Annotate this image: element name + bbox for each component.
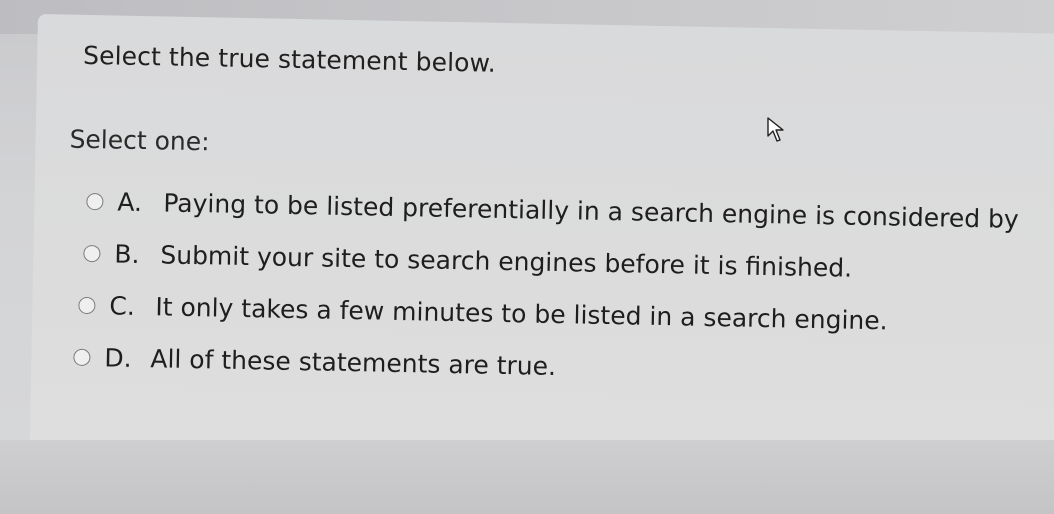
option-a[interactable]: A. Paying to be listed preferentially in…: [86, 187, 1019, 234]
option-letter: D.: [104, 343, 132, 373]
radio-unselected-icon[interactable]: [83, 244, 101, 263]
radio-unselected-icon[interactable]: [73, 348, 91, 367]
option-text: It only takes a few minutes to be listed…: [155, 292, 888, 336]
radio-unselected-icon[interactable]: [86, 192, 104, 211]
question-prompt: Select the true statement below.: [82, 40, 497, 78]
option-text: Paying to be listed preferentially in a …: [163, 188, 1019, 234]
option-text: Submit your site to search engines befor…: [160, 240, 853, 283]
option-letter: A.: [117, 187, 143, 218]
option-c[interactable]: C. It only takes a few minutes to be lis…: [78, 291, 888, 336]
option-b[interactable]: B. Submit your site to search engines be…: [83, 239, 852, 283]
radio-unselected-icon[interactable]: [78, 296, 96, 315]
mouse-pointer-icon: [767, 117, 784, 142]
option-d[interactable]: D. All of these statements are true.: [73, 343, 556, 381]
option-letter: B.: [114, 239, 140, 269]
background-bottom: [0, 440, 1054, 514]
select-one-label: Select one:: [69, 124, 210, 157]
option-letter: C.: [109, 291, 136, 321]
question-card: Select the true statement below. Select …: [29, 14, 1054, 462]
option-text: All of these statements are true.: [150, 344, 557, 382]
